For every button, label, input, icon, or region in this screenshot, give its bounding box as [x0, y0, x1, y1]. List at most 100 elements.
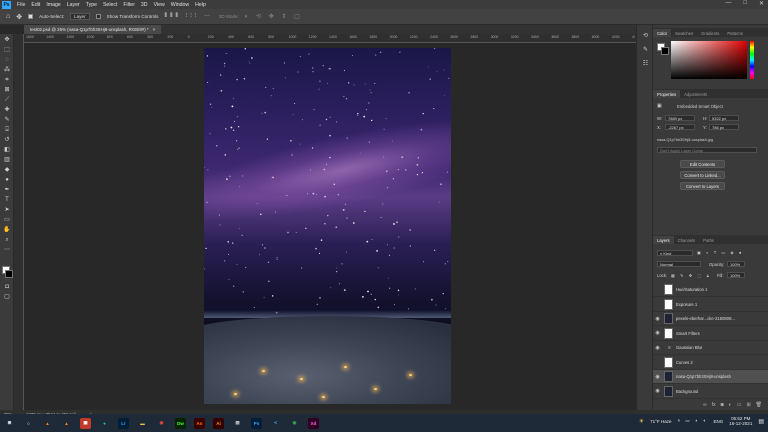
fill-field[interactable]: 100% — [727, 272, 745, 278]
menu-select[interactable]: Select — [100, 2, 120, 8]
edit-contents-button[interactable]: Edit Contents — [680, 160, 725, 168]
blur-tool-icon[interactable]: ◆ — [3, 167, 11, 174]
eyedropper-tool-icon[interactable]: ⟋ — [3, 97, 11, 104]
vlc2-icon[interactable]: ▲ — [61, 417, 72, 429]
menu-edit[interactable]: Edit — [28, 2, 43, 8]
layer-comp-dropdown[interactable]: Don't Apply Layer Comp — [657, 147, 757, 153]
files-icon[interactable]: ▤ — [232, 417, 243, 429]
menu-3d[interactable]: 3D — [138, 2, 151, 8]
tab-swatches[interactable]: Swatches — [671, 29, 697, 37]
layer-row[interactable]: ◉ Background — [653, 385, 768, 399]
weather-text[interactable]: 71°F Haze — [650, 419, 671, 424]
visibility-eye-icon[interactable]: ◉ — [653, 345, 662, 351]
type-tool-icon[interactable]: T — [3, 197, 11, 204]
tab-layers[interactable]: Layers — [653, 236, 674, 244]
tab-patterns[interactable]: Patterns — [723, 29, 747, 37]
menu-type[interactable]: Type — [83, 2, 100, 8]
background-color-swatch[interactable] — [5, 270, 13, 278]
adjust-icon[interactable]: ☷ — [642, 61, 649, 67]
rectangle-tool-icon[interactable]: ▭ — [3, 217, 11, 224]
convert-to-linked-button[interactable]: Convert to Linked... — [680, 171, 725, 179]
adjustment-icon[interactable]: ◐ — [729, 402, 732, 410]
lightroom-icon[interactable]: Lr — [118, 417, 129, 429]
layer-row[interactable]: Curves 2 — [653, 356, 768, 370]
move-tool-icon[interactable]: ✥ — [16, 13, 22, 21]
color-picker-field[interactable] — [671, 41, 747, 79]
canvas-area[interactable] — [24, 43, 636, 410]
hand-tool-icon[interactable]: ✋ — [3, 227, 11, 234]
maximize-button[interactable]: □ — [743, 0, 747, 7]
vscode-icon[interactable]: ≺ — [270, 417, 281, 429]
quick-mask-icon[interactable]: ◘ — [3, 284, 11, 291]
animate-icon[interactable]: An — [194, 417, 205, 429]
chrome2-icon[interactable]: ◉ — [289, 417, 300, 429]
menu-window[interactable]: Window — [168, 2, 192, 8]
tab-gradients[interactable]: Gradients — [697, 29, 723, 37]
minimize-button[interactable]: — — [725, 0, 731, 7]
search-icon[interactable]: ○ — [23, 417, 34, 429]
blend-mode-dropdown[interactable]: Normal — [657, 261, 701, 267]
visibility-eye-icon[interactable]: ◉ — [653, 330, 662, 336]
3d-tools-icons[interactable]: ◐ ⟲ ✥ ⇕ ▢ — [245, 13, 303, 20]
y-field[interactable]: 786 px — [709, 124, 739, 130]
layer-row[interactable]: ◉ pexels-eberhar...cke-2150808... — [653, 312, 768, 326]
fx-icon[interactable]: fx — [712, 402, 716, 410]
link-icon[interactable]: ∞ — [703, 402, 707, 410]
new-layer-icon[interactable]: ⊞ — [746, 402, 750, 410]
marquee-tool-icon[interactable]: ⬚ — [3, 47, 11, 54]
auto-select-dropdown[interactable]: Layer — [70, 13, 90, 20]
history-icon[interactable]: ⟲ — [642, 33, 649, 39]
menu-view[interactable]: View — [151, 2, 168, 8]
crop-tool-icon[interactable]: ⌗ — [3, 77, 11, 84]
path-selection-tool-icon[interactable]: ➤ — [3, 207, 11, 214]
notification-icon[interactable]: ▤ — [758, 418, 764, 425]
convert-to-layers-button[interactable]: Convert to Layers — [680, 182, 725, 190]
brush-tool-icon[interactable]: ✎ — [3, 117, 11, 124]
frame-tool-icon[interactable]: ⊠ — [3, 87, 11, 94]
whatsapp-icon[interactable]: ● — [99, 417, 110, 429]
clock[interactable]: 05:52 PM 16-12-2021 — [729, 416, 752, 426]
start-icon[interactable]: ⊞ — [4, 417, 15, 429]
tv-icon[interactable]: ▣ — [80, 417, 91, 429]
vlc-icon[interactable]: ▲ — [42, 417, 53, 429]
tab-channels[interactable]: Channels — [674, 236, 700, 244]
menu-image[interactable]: Image — [43, 2, 63, 8]
tab-color[interactable]: Color — [653, 29, 672, 37]
screen-mode-icon[interactable]: ▢ — [3, 294, 11, 301]
tab-adjustments[interactable]: Adjustments — [680, 90, 711, 98]
mask-icon[interactable]: ◙ — [721, 402, 724, 410]
menu-layer[interactable]: Layer — [64, 2, 83, 8]
trash-icon[interactable]: 🗑︎ — [756, 402, 762, 410]
menu-help[interactable]: Help — [192, 2, 209, 8]
layer-filter-dropdown[interactable]: ⌕ Kind — [657, 250, 693, 256]
chrome-icon[interactable]: ◉ — [156, 417, 167, 429]
photoshop-icon[interactable]: Ps — [251, 417, 262, 429]
gradient-tool-icon[interactable]: ▥ — [3, 157, 11, 164]
history-brush-tool-icon[interactable]: ↺ — [3, 137, 11, 144]
move-tool-icon[interactable]: ✥ — [3, 37, 11, 44]
opacity-field[interactable]: 100% — [727, 261, 745, 267]
clone-stamp-tool-icon[interactable]: ⍓ — [3, 127, 11, 134]
visibility-eye-icon[interactable]: ◉ — [653, 388, 662, 394]
visibility-eye-icon[interactable]: ◉ — [653, 374, 662, 380]
dodge-tool-icon[interactable]: ● — [3, 177, 11, 184]
tray-icons[interactable]: ˄ ▭ ◗ ◖ — [677, 418, 707, 424]
bg-color-swatch[interactable] — [661, 47, 669, 55]
layer-row[interactable]: Hue/Saturation 1 — [653, 283, 768, 297]
show-transform-checkbox[interactable] — [95, 14, 101, 19]
document-image[interactable] — [204, 48, 451, 404]
more-tools-icon[interactable]: ⋯ — [3, 247, 11, 254]
magic-wand-tool-icon[interactable]: ⁂ — [3, 67, 11, 74]
layer-row[interactable]: ◉ ≡ Gaussian Blur — [653, 341, 768, 355]
menu-file[interactable]: File — [14, 2, 28, 8]
close-tab-icon[interactable]: × — [153, 27, 156, 32]
visibility-eye-icon[interactable]: ◉ — [653, 316, 662, 322]
group-icon[interactable]: ▭ — [737, 402, 742, 410]
x-field[interactable]: -2267 px — [665, 124, 695, 130]
hue-slider[interactable] — [750, 41, 754, 79]
height-field[interactable]: 5322 px — [709, 115, 739, 121]
tab-properties[interactable]: Properties — [653, 90, 681, 98]
pen-tool-icon[interactable]: ✒ — [3, 187, 11, 194]
folder-icon[interactable]: ▬ — [137, 417, 148, 429]
layer-row[interactable]: Exposure 1 — [653, 298, 768, 312]
